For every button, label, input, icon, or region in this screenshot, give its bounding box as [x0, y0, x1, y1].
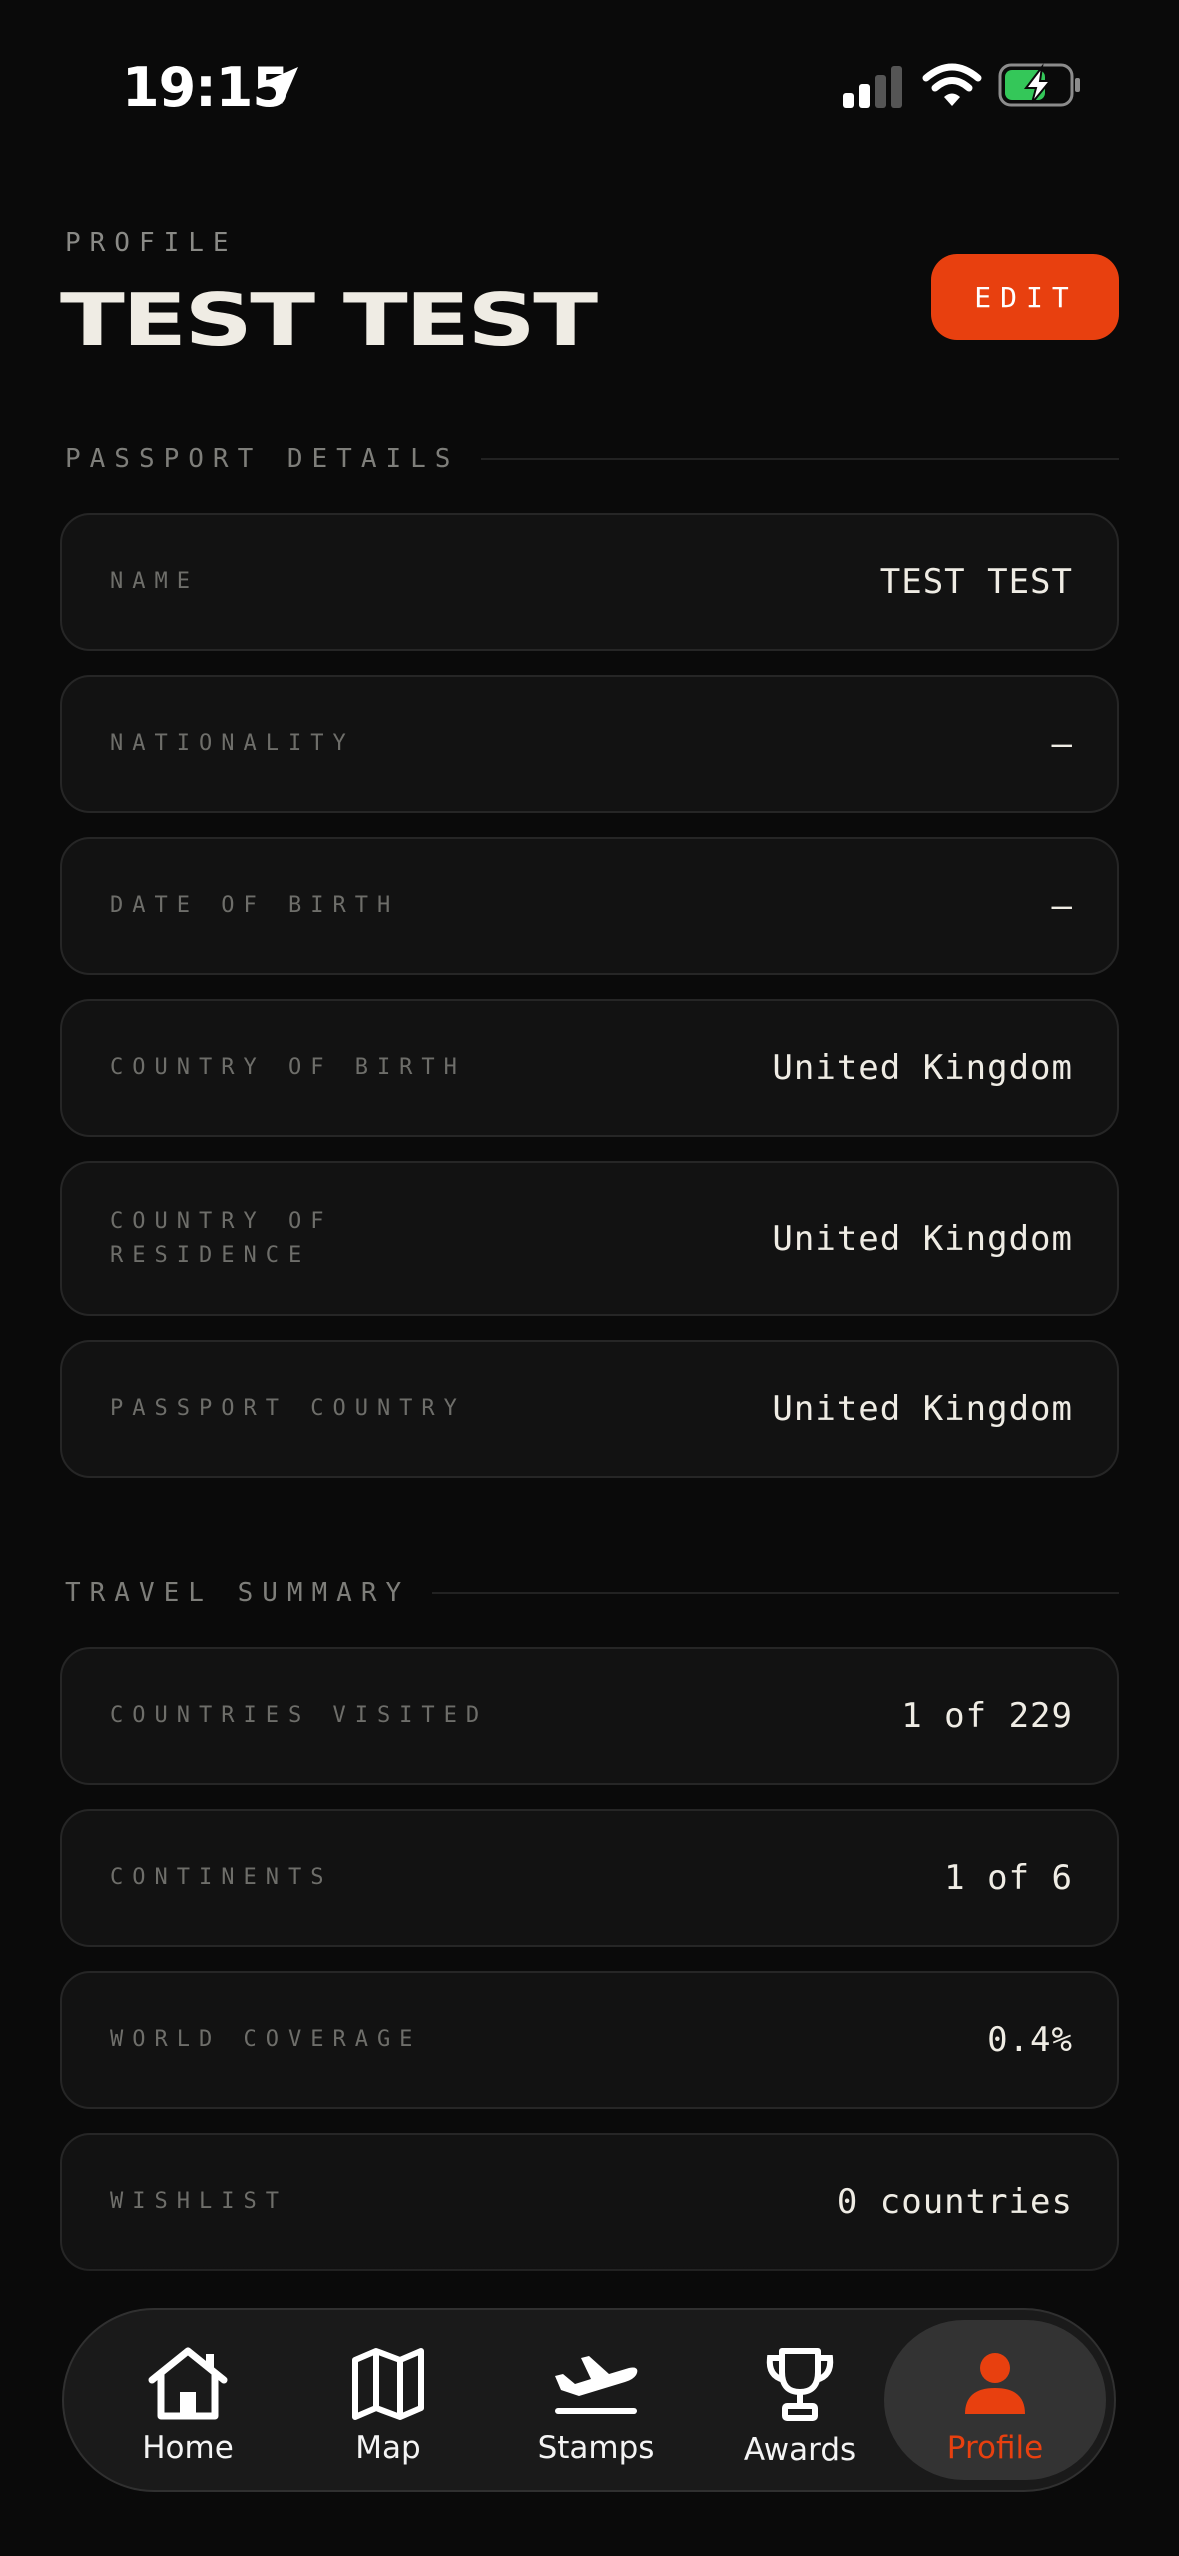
- row-value: United Kingdom: [772, 1218, 1073, 1259]
- tab-label: Profile: [946, 2430, 1044, 2466]
- row-label: COUNTRY OF RESIDENCE: [110, 1205, 332, 1273]
- divider: [432, 1592, 1119, 1594]
- edit-button[interactable]: EDIT: [931, 254, 1119, 340]
- section-heading: PASSPORT DETAILS: [65, 444, 460, 474]
- scroll-fade: [0, 2265, 1179, 2305]
- detail-row-date-of-birth[interactable]: DATE OF BIRTH —: [60, 837, 1119, 975]
- row-label: NAME: [110, 569, 199, 594]
- section-header-travel: TRAVEL SUMMARY: [65, 1573, 1119, 1613]
- map-icon: [352, 2348, 424, 2420]
- row-value: 0.4%: [987, 2020, 1073, 2060]
- wifi-icon: [922, 63, 982, 106]
- detail-row-country-of-birth[interactable]: COUNTRY OF BIRTH United Kingdom: [60, 999, 1119, 1137]
- tab-label: Home: [142, 2430, 234, 2466]
- status-bar: 19:15: [0, 0, 1179, 175]
- divider: [481, 458, 1119, 460]
- tab-home[interactable]: Home: [118, 2310, 258, 2490]
- row-label: CONTINENTS: [110, 1865, 333, 1890]
- trophy-icon: [766, 2348, 834, 2421]
- cellular-signal-icon: [843, 66, 902, 108]
- plane-icon: [555, 2356, 638, 2414]
- page-title: TEST TEST: [60, 278, 598, 362]
- detail-row-name[interactable]: NAME TEST TEST: [60, 513, 1119, 651]
- row-label: PASSPORT COUNTRY: [110, 1396, 466, 1421]
- tab-map[interactable]: Map: [318, 2310, 458, 2490]
- summary-row-continents[interactable]: CONTINENTS 1 of 6: [60, 1809, 1119, 1947]
- tab-label: Awards: [743, 2432, 857, 2468]
- row-label: WISHLIST: [110, 2189, 288, 2214]
- detail-row-country-of-residence[interactable]: COUNTRY OF RESIDENCE United Kingdom: [60, 1161, 1119, 1316]
- summary-row-world-coverage[interactable]: WORLD COVERAGE 0.4%: [60, 1971, 1119, 2109]
- page-kicker: PROFILE: [65, 228, 238, 258]
- home-icon: [148, 2347, 228, 2420]
- tab-stamps[interactable]: Stamps: [516, 2310, 676, 2490]
- row-label: DATE OF BIRTH: [110, 893, 400, 918]
- row-label: COUNTRY OF BIRTH: [110, 1055, 466, 1080]
- row-label: COUNTRIES VISITED: [110, 1703, 489, 1728]
- row-label: NATIONALITY: [110, 731, 355, 756]
- location-arrow-icon: [262, 67, 298, 104]
- tab-label: Map: [355, 2430, 421, 2466]
- tab-profile[interactable]: Profile: [915, 2310, 1075, 2490]
- row-label-line: COUNTRY OF: [110, 1208, 333, 1234]
- tab-bar: Home Map Stamps Awards Profile: [62, 2308, 1116, 2492]
- row-value: 1 of 6: [944, 1858, 1073, 1898]
- tab-awards[interactable]: Awards: [720, 2310, 880, 2490]
- row-value: United Kingdom: [772, 1048, 1073, 1088]
- summary-row-countries-visited[interactable]: COUNTRIES VISITED 1 of 229: [60, 1647, 1119, 1785]
- row-value: 1 of 229: [901, 1696, 1073, 1736]
- section-heading: TRAVEL SUMMARY: [65, 1578, 411, 1608]
- summary-row-wishlist[interactable]: WISHLIST 0 countries: [60, 2133, 1119, 2271]
- row-label: WORLD COVERAGE: [110, 2027, 422, 2052]
- battery-charging-icon: [998, 63, 1080, 107]
- person-icon: [965, 2353, 1025, 2414]
- row-value: —: [1051, 724, 1073, 764]
- row-value: United Kingdom: [772, 1389, 1073, 1429]
- row-value: TEST TEST: [879, 562, 1073, 602]
- row-value: 0 countries: [836, 2182, 1073, 2222]
- row-value: —: [1051, 886, 1073, 926]
- detail-row-passport-country[interactable]: PASSPORT COUNTRY United Kingdom: [60, 1340, 1119, 1478]
- section-header-passport: PASSPORT DETAILS: [65, 439, 1119, 479]
- tab-label: Stamps: [537, 2430, 655, 2466]
- row-label-line: RESIDENCE: [110, 1242, 311, 1268]
- detail-row-nationality[interactable]: NATIONALITY —: [60, 675, 1119, 813]
